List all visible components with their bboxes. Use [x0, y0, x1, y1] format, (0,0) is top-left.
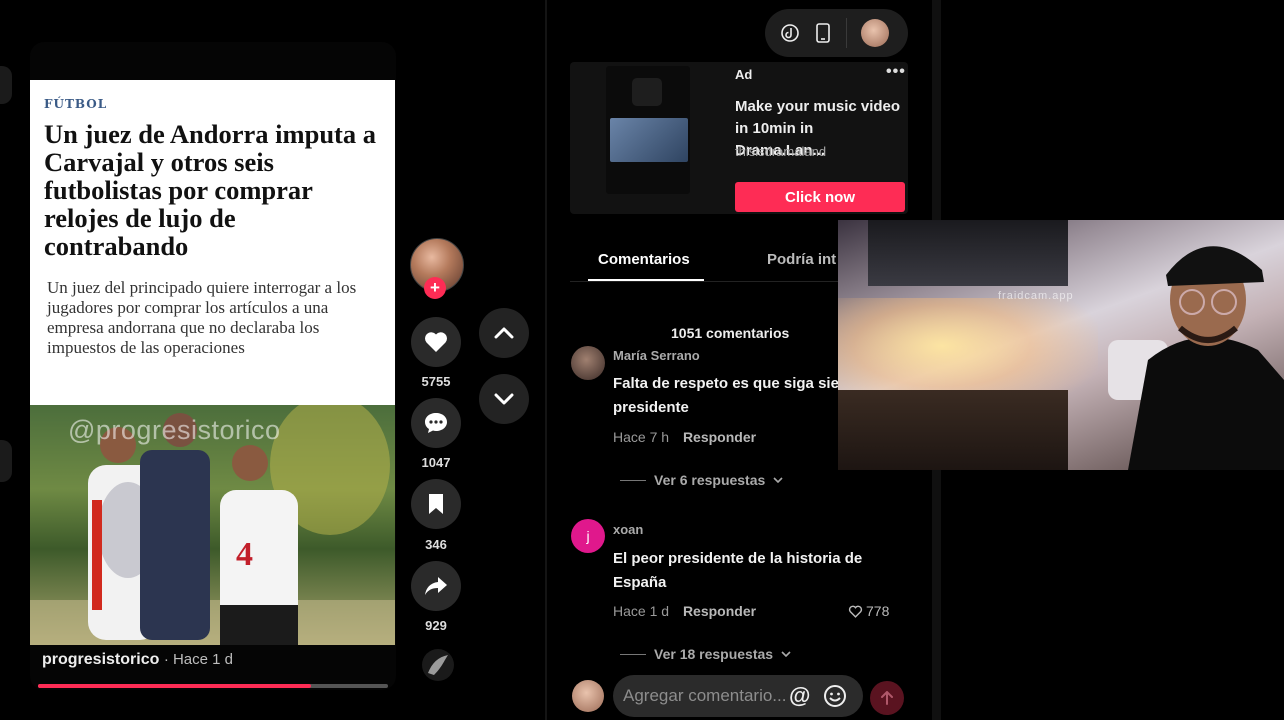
webcam-desk	[838, 390, 1068, 470]
comment-avatar[interactable]	[571, 346, 605, 380]
send-comment-button[interactable]	[870, 681, 904, 715]
comment-time: Hace 7 h	[613, 429, 670, 445]
webcam-overlay: fraidcam.app	[838, 220, 1284, 470]
bookmark-icon	[429, 494, 443, 514]
mention-icon[interactable]: @	[789, 683, 810, 709]
chevron-up-icon	[494, 327, 514, 339]
replies-line	[620, 479, 646, 481]
video-time: · Hace 1 d	[163, 651, 234, 668]
view-replies-label: Ver 18 respuestas	[654, 646, 774, 662]
comment-like-button[interactable]: 778	[848, 603, 889, 619]
tiktok-icon[interactable]	[780, 23, 800, 43]
video-watermark: @progresistorico	[68, 415, 281, 445]
comment-username[interactable]: María Serrano	[613, 348, 700, 363]
chevron-down-icon	[494, 393, 514, 405]
article-subtitle: Un juez del principado quiere interrogar…	[47, 278, 357, 357]
comment-meta: Hace 1 d Responder	[613, 603, 756, 619]
previous-video-button[interactable]	[479, 308, 529, 358]
phone-icon[interactable]	[815, 23, 831, 43]
chevron-down-icon	[773, 477, 783, 483]
comment-text: El peor presidente de la historia de Esp…	[613, 550, 863, 591]
video-author[interactable]: progresistorico	[42, 651, 159, 668]
composer-avatar	[572, 680, 604, 712]
like-count: 5755	[421, 374, 451, 389]
svg-text:4: 4	[236, 536, 253, 573]
comment-input-placeholder[interactable]: Agregar comentario...	[623, 686, 786, 706]
follow-button[interactable]: +	[424, 277, 446, 299]
replies-line	[620, 653, 646, 655]
ad-more-options-button[interactable]: •••	[886, 63, 906, 81]
comment-bubble-icon	[425, 413, 447, 433]
ad-thumbnail-image	[610, 118, 688, 162]
left-edge-handle-top[interactable]	[0, 66, 12, 104]
comment-time: Hace 1 d	[613, 603, 670, 619]
comment-avatar[interactable]: j	[571, 519, 605, 553]
arrow-up-icon	[881, 691, 893, 705]
reply-button[interactable]: Responder	[683, 429, 756, 445]
tab-bar-divider	[570, 281, 850, 282]
ad-cta-button[interactable]: Click now	[735, 182, 905, 212]
chevron-down-icon	[781, 651, 791, 657]
toolbar-separator	[846, 18, 847, 48]
comments-total: 1051 comentarios	[671, 325, 790, 341]
heart-outline-icon	[848, 605, 863, 618]
view-replies-label: Ver 6 respuestas	[654, 472, 766, 488]
heart-icon	[425, 332, 447, 352]
article-category: FÚTBOL	[44, 97, 108, 111]
active-tab-indicator	[588, 279, 704, 281]
article-title: Un juez de Andorra imputa a Carvajal y o…	[44, 119, 377, 261]
save-button[interactable]	[411, 479, 461, 529]
left-edge-handle-bottom[interactable]	[0, 440, 12, 482]
save-count: 346	[425, 537, 447, 552]
article-photo: 4 @progresistorico	[30, 405, 395, 645]
comment-like-count: 778	[866, 603, 890, 619]
share-arrow-icon	[425, 577, 447, 595]
music-disc-icon[interactable]	[418, 645, 458, 685]
video-progress-bar[interactable]	[38, 684, 388, 688]
panel-divider	[545, 0, 547, 720]
emoji-icon[interactable]	[823, 684, 847, 708]
video-meta: progresistorico · Hace 1 d	[42, 651, 233, 669]
user-avatar[interactable]	[861, 19, 889, 47]
ad-handle[interactable]: thisisdramaland	[735, 144, 826, 159]
comment-button[interactable]	[411, 398, 461, 448]
comment-text: Falta de respeto es que siga sie preside…	[613, 375, 839, 416]
ad-label: Ad	[735, 67, 753, 82]
drama-land-logo-icon	[632, 78, 662, 106]
share-button[interactable]	[411, 561, 461, 611]
comment-meta: Hace 7 h Responder	[613, 429, 756, 445]
article-screenshot: FÚTBOL Un juez de Andorra imputa a Carva…	[30, 80, 395, 405]
streamer-figure	[1108, 246, 1284, 470]
like-button[interactable]	[411, 317, 461, 367]
webcam-window	[868, 220, 1068, 286]
tab-podria-interesarte[interactable]: Podría int	[767, 251, 836, 268]
view-replies-button[interactable]: Ver 6 respuestas	[620, 472, 783, 488]
share-count: 929	[425, 618, 447, 633]
comment-username[interactable]: xoan	[613, 522, 643, 537]
video-progress-fill	[38, 684, 311, 688]
comment-count: 1047	[421, 455, 451, 470]
reply-button[interactable]: Responder	[683, 603, 756, 619]
view-replies-button[interactable]: Ver 18 respuestas	[620, 646, 791, 662]
webcam-watermark: fraidcam.app	[998, 290, 1074, 302]
tab-comentarios[interactable]: Comentarios	[598, 251, 690, 268]
next-video-button[interactable]	[479, 374, 529, 424]
